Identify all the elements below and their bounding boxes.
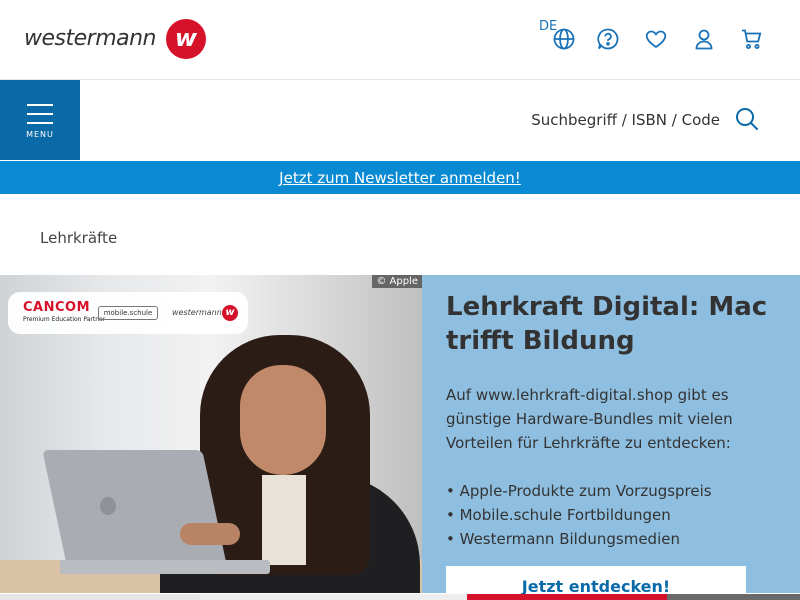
slider-segment-active[interactable] — [467, 594, 667, 600]
image-credit: © Apple — [372, 275, 422, 288]
menu-button[interactable]: MENU — [0, 80, 80, 160]
top-bar: westermann w DE — [0, 0, 800, 80]
globe-icon[interactable] — [552, 27, 576, 51]
hero-text: Auf www.lehrkraft-digital.shop gibt es g… — [446, 386, 733, 452]
hamburger-icon — [27, 104, 53, 124]
user-icon[interactable] — [692, 27, 716, 51]
menu-label: MENU — [26, 130, 54, 139]
cancom-logo: CANCOM — [23, 300, 91, 315]
hero-image[interactable]: CANCOM Premium Education Partner mobile.… — [0, 275, 422, 593]
apple-logo-icon — [100, 497, 116, 515]
hero-title: Lehrkraft Digital: Mac trifft Bildung — [446, 292, 768, 356]
search-input[interactable] — [480, 108, 720, 132]
newsletter-link[interactable]: Jetzt zum Newsletter anmelden! — [279, 169, 521, 187]
heart-icon[interactable] — [644, 27, 668, 51]
apple-partner-logo: Premium Education Partner — [23, 316, 106, 323]
search-bar: MENU — [0, 80, 800, 160]
newsletter-banner: Jetzt zum Newsletter anmelden! — [0, 161, 800, 194]
slider-progress — [0, 594, 800, 600]
slider-segment[interactable] — [200, 594, 467, 600]
laptop-base — [60, 560, 270, 574]
hero-bullet-list: • Apple-Produkte zum Vorzugspreis • Mobi… — [446, 479, 776, 551]
search-icon[interactable] — [734, 106, 760, 132]
logo-text[interactable]: westermann — [24, 26, 157, 51]
hero-panel: Lehrkraft Digital: Mac trifft Bildung Au… — [422, 275, 800, 600]
list-item: • Westermann Bildungsmedien — [446, 530, 680, 548]
slider-segment[interactable] — [0, 594, 200, 600]
mobile-schule-logo: mobile.schule — [98, 306, 158, 320]
laptop-shape — [42, 450, 228, 570]
person-shirt — [262, 475, 306, 565]
logo-mark-letter: w — [174, 24, 198, 52]
westermann-small-logo: westermann — [172, 308, 222, 317]
list-item: • Apple-Produkte zum Vorzugspreis — [446, 482, 712, 500]
cart-icon[interactable] — [740, 27, 764, 51]
logo-mark[interactable]: w — [166, 19, 206, 59]
slider-segment[interactable] — [667, 594, 800, 600]
person-hand — [180, 523, 240, 545]
list-item: • Mobile.schule Fortbildungen — [446, 506, 671, 524]
person-face — [240, 365, 326, 475]
help-icon[interactable] — [596, 27, 620, 51]
hero-teaser: CANCOM Premium Education Partner mobile.… — [0, 275, 800, 600]
westermann-mark-icon: w — [222, 305, 238, 321]
breadcrumb[interactable]: Lehrkräfte — [40, 229, 117, 247]
partner-logo-bar: CANCOM Premium Education Partner mobile.… — [8, 292, 248, 334]
